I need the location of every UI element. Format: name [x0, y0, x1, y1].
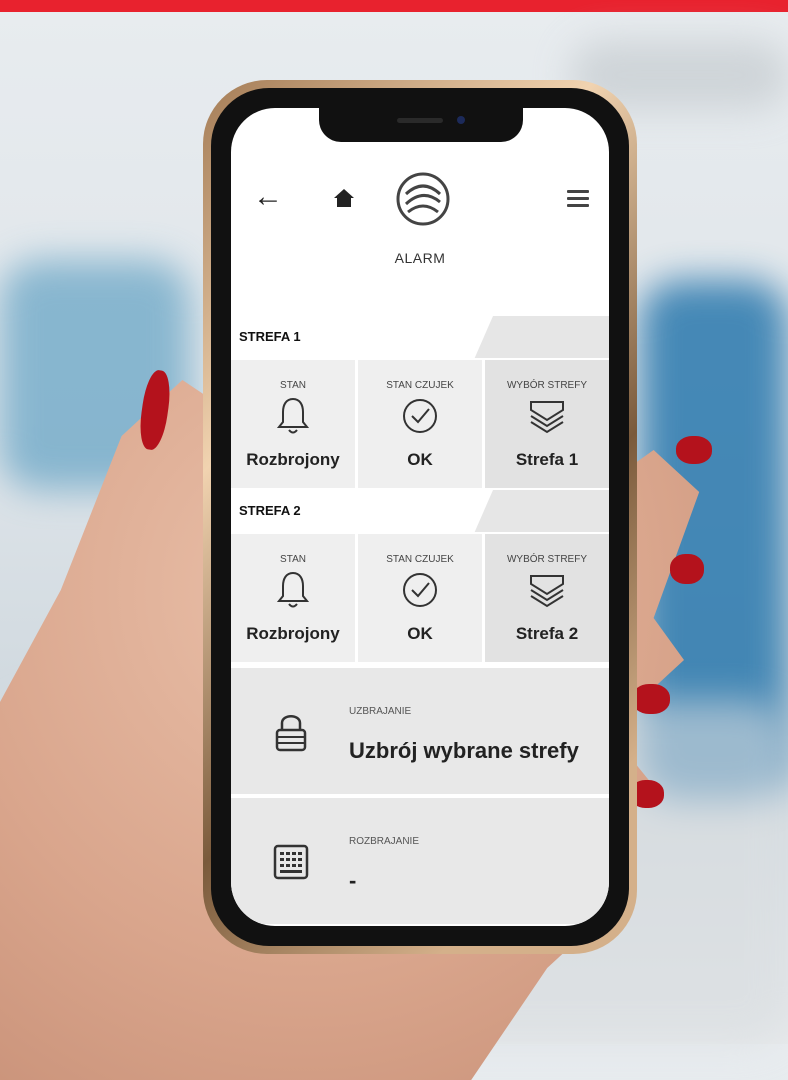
zone-header: STREFA 2 [231, 490, 609, 532]
logo-icon[interactable] [396, 172, 450, 226]
action-value: - [349, 868, 357, 893]
layers-icon [530, 401, 564, 434]
layers-icon [530, 575, 564, 608]
home-icon[interactable] [333, 188, 355, 208]
tile-sensors[interactable]: STAN CZUJEK OK [358, 360, 482, 488]
tile-zone-select[interactable]: WYBÓR STREFY Strefa 1 [485, 360, 609, 488]
zone-label: STREFA 2 [231, 490, 493, 532]
tile-value: OK [407, 450, 433, 469]
menu-icon[interactable] [567, 190, 589, 208]
action-caption: ROZBRAJANIE [349, 836, 420, 847]
tile-sensors[interactable]: STAN CZUJEK OK [358, 534, 482, 662]
finger-nail-3 [632, 684, 670, 714]
tile-value: Rozbrojony [246, 624, 340, 643]
tile-status[interactable]: STAN Rozbrojony [231, 534, 355, 662]
notch [319, 108, 523, 142]
tile-caption: STAN CZUJEK [386, 554, 454, 565]
app-header: ← ALARM [231, 144, 609, 266]
tile-value: Strefa 2 [515, 624, 579, 643]
zone-label: STREFA 1 [231, 316, 493, 358]
tile-caption: WYBÓR STREFY [506, 554, 587, 565]
phone-bezel: ← ALARM STREFA 1 STAN Rozbrojony STAN CZ… [211, 88, 629, 946]
finger-nail-2 [670, 554, 704, 584]
bell-icon [276, 397, 310, 434]
zone-header: STREFA 1 [231, 316, 609, 358]
phone-screen: ← ALARM STREFA 1 STAN Rozbrojony STAN CZ… [231, 108, 609, 926]
zone-tiles: STAN Rozbrojony STAN CZUJEK OK WYBÓR STR… [231, 534, 609, 662]
tile-caption: WYBÓR STREFY [506, 380, 587, 391]
tile-zone-select[interactable]: WYBÓR STREFY Strefa 2 [485, 534, 609, 662]
tile-caption: STAN [280, 554, 306, 565]
tile-caption: STAN [280, 380, 306, 391]
phone: ← ALARM STREFA 1 STAN Rozbrojony STAN CZ… [203, 80, 637, 954]
page-title: ALARM [394, 250, 446, 266]
brand-top-bar [0, 0, 788, 12]
speaker [397, 118, 443, 123]
tile-value: Strefa 1 [515, 450, 579, 469]
tile-status[interactable]: STAN Rozbrojony [231, 360, 355, 488]
arm-action-button[interactable]: UZBRAJANIE Uzbrój wybrane strefy [231, 668, 609, 794]
tile-value: Rozbrojony [246, 450, 340, 469]
check-circle-icon [403, 399, 437, 433]
camera [457, 116, 465, 124]
finger-nail-1 [676, 436, 712, 464]
tile-value: OK [407, 624, 433, 643]
padlock-icon [275, 715, 307, 752]
action-caption: UZBRAJANIE [349, 706, 412, 717]
check-circle-icon [403, 573, 437, 607]
zone-tiles: STAN Rozbrojony STAN CZUJEK OK WYBÓR STR… [231, 360, 609, 488]
back-arrow-icon[interactable]: ← [253, 182, 283, 212]
bell-icon [276, 571, 310, 608]
disarm-action-button[interactable]: ROZBRAJANIE - [231, 798, 609, 924]
tile-caption: STAN CZUJEK [386, 380, 454, 391]
keypad-icon [273, 844, 309, 880]
action-value: Uzbrój wybrane strefy [349, 738, 579, 763]
